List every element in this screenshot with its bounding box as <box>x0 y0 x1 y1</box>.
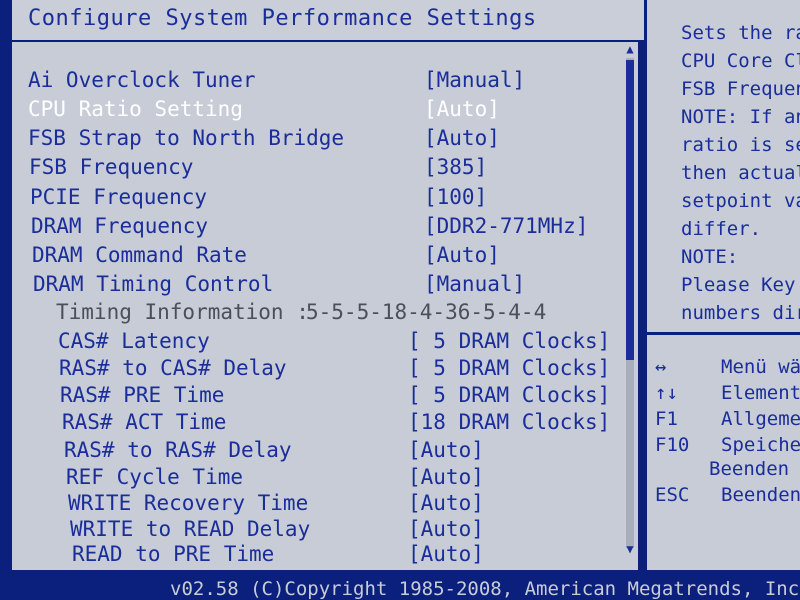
help-text-line: CPU Core Cl <box>681 50 800 72</box>
key-label: F10 <box>655 434 690 456</box>
scrollbar[interactable]: ▲ ▼ <box>622 42 638 562</box>
help-text-line: setpoint va <box>681 190 800 212</box>
timing-value[interactable]: [Auto] <box>408 491 484 515</box>
help-text-line: numbers dire <box>681 302 800 324</box>
setting-value[interactable]: [385] <box>424 155 487 179</box>
setting-value[interactable]: [Manual] <box>424 272 525 296</box>
footer: v02.58 (C)Copyright 1985-2008, American … <box>0 570 800 600</box>
setting-label: CPU Ratio Setting <box>28 97 243 121</box>
help-text-line: NOTE: <box>681 246 739 268</box>
setting-label: DRAM Command Rate <box>32 243 247 267</box>
key-description: Beenden <box>721 484 800 506</box>
timing-label: CAS# Latency <box>58 329 210 353</box>
setting-value[interactable]: [Auto] <box>424 126 500 150</box>
timing-value[interactable]: [Auto] <box>408 542 484 566</box>
key-description: Allgemei <box>721 408 800 430</box>
timing-label: READ to PRE Time <box>72 542 275 566</box>
timing-info-value: 5-5-5-18-4-36-5-4-4 <box>306 300 547 324</box>
setting-label: Ai Overclock Tuner <box>28 68 256 92</box>
help-text-line: FSB Frequen <box>681 78 800 100</box>
timing-value[interactable]: [18 DRAM Clocks] <box>408 410 610 434</box>
key-label: ↑↓ <box>655 382 678 404</box>
setting-label: DRAM Timing Control <box>33 272 274 296</box>
scroll-up-icon[interactable]: ▲ <box>623 42 637 56</box>
timing-value[interactable]: [ 5 DRAM Clocks] <box>408 329 610 353</box>
key-description: Speicher <box>721 434 800 456</box>
setting-label: PCIE Frequency <box>30 185 208 209</box>
title-bar: Configure System Performance Settings <box>12 0 650 42</box>
setting-value[interactable]: [Auto] <box>424 243 500 267</box>
setting-value[interactable]: [DDR2-771MHz] <box>424 214 588 238</box>
scroll-down-icon[interactable]: ▼ <box>623 542 637 556</box>
bios-screen: Configure System Performance Settings Ai… <box>0 0 800 600</box>
settings-panel: Ai Overclock Tuner [Manual] CPU Ratio Se… <box>12 42 638 570</box>
timing-label: WRITE Recovery Time <box>68 491 309 515</box>
help-text-line: NOTE: If an <box>681 106 800 128</box>
timing-value[interactable]: [Auto] <box>408 438 484 462</box>
setting-value[interactable]: [Auto] <box>424 97 500 121</box>
key-label: ↔ <box>655 356 667 378</box>
setting-label: FSB Strap to North Bridge <box>28 126 345 150</box>
key-description: Element <box>721 382 800 404</box>
copyright-text: v02.58 (C)Copyright 1985-2008, American … <box>170 578 800 600</box>
timing-label: REF Cycle Time <box>66 465 244 489</box>
key-label: F1 <box>655 408 678 430</box>
timing-value[interactable]: [ 5 DRAM Clocks] <box>408 383 610 407</box>
help-text-line: ratio is se <box>681 134 800 156</box>
timing-label: RAS# to CAS# Delay <box>59 356 287 380</box>
help-text-line: Sets the ra <box>681 22 800 44</box>
timing-label: RAS# to RAS# Delay <box>64 438 292 462</box>
help-text-line: then actual <box>681 162 800 184</box>
timing-value[interactable]: [ 5 DRAM Clocks] <box>408 356 610 380</box>
timing-label: WRITE to READ Delay <box>70 517 311 541</box>
setting-value[interactable]: [100] <box>424 185 487 209</box>
key-label: ESC <box>655 484 690 506</box>
scroll-thumb[interactable] <box>626 60 634 360</box>
help-divider <box>647 332 800 335</box>
timing-label: RAS# PRE Time <box>60 383 225 407</box>
help-text-line: Please Key i <box>681 274 800 296</box>
setting-value[interactable]: [Manual] <box>424 68 525 92</box>
page-title: Configure System Performance Settings <box>28 6 537 31</box>
timing-label: RAS# ACT Time <box>62 410 227 434</box>
help-text-line: differ. <box>681 218 762 240</box>
setting-label: DRAM Frequency <box>31 214 209 238</box>
timing-info-label: Timing Information : <box>56 300 309 324</box>
timing-value[interactable]: [Auto] <box>408 465 484 489</box>
setting-label: FSB Frequency <box>29 155 194 179</box>
key-description: Menü wä <box>721 356 800 378</box>
help-panel: Sets the ra CPU Core Cl FSB Frequen NOTE… <box>644 0 800 570</box>
timing-value[interactable]: [Auto] <box>408 517 484 541</box>
key-description: Beenden <box>709 458 790 480</box>
